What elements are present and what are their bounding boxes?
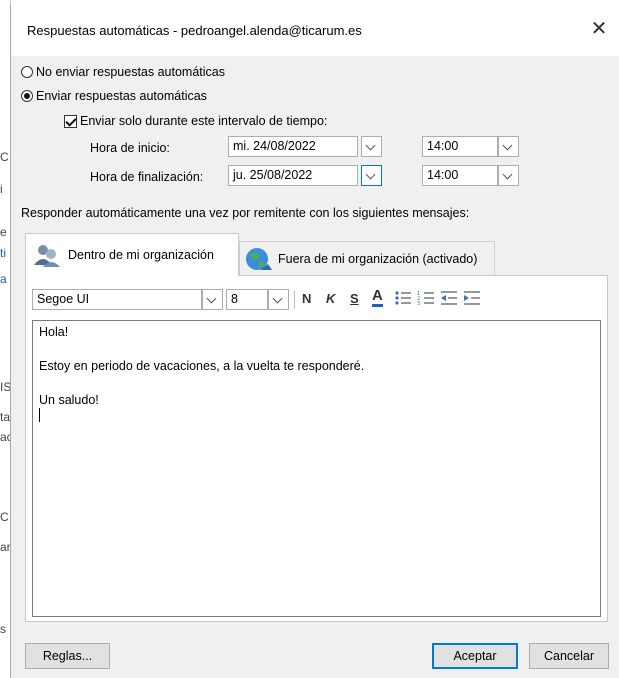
close-icon[interactable]: ✕ bbox=[586, 16, 612, 42]
end-date-field[interactable]: ju. 25/08/2022 bbox=[228, 165, 358, 186]
message-panel: Segoe UI 8 N K S A 1 2 3 Hola! Estoy en … bbox=[25, 275, 608, 622]
rules-button[interactable]: Reglas... bbox=[25, 643, 110, 669]
title-bar: Respuestas automáticas - pedroangel.alen… bbox=[11, 4, 619, 56]
interval-label: Enviar solo durante este intervalo de ti… bbox=[80, 114, 328, 128]
chevron-down-icon bbox=[206, 293, 217, 304]
background-fragment: ta bbox=[0, 410, 11, 424]
end-time-field[interactable]: 14:00 bbox=[422, 165, 498, 186]
start-time-field[interactable]: 14:00 bbox=[422, 136, 498, 157]
message-line: Hola! bbox=[39, 325, 69, 339]
cancel-button[interactable]: Cancelar bbox=[529, 643, 609, 669]
underline-button[interactable]: S bbox=[350, 291, 359, 306]
tab-outside-label: Fuera de mi organización (activado) bbox=[278, 251, 478, 266]
font-dropdown[interactable] bbox=[202, 289, 223, 310]
font-select[interactable]: Segoe UI bbox=[32, 289, 202, 310]
chevron-down-icon bbox=[272, 293, 283, 304]
interval-option[interactable]: Enviar solo durante este intervalo de ti… bbox=[64, 114, 327, 128]
background-fragment: s bbox=[0, 622, 6, 636]
message-line: Un saludo! bbox=[39, 393, 99, 407]
decrease-indent-icon[interactable] bbox=[440, 289, 458, 307]
start-date-dropdown[interactable] bbox=[361, 136, 382, 157]
end-label: Hora de finalización: bbox=[90, 170, 204, 184]
end-date-dropdown[interactable] bbox=[361, 165, 382, 186]
background-fragment: C bbox=[0, 510, 9, 524]
tab-inside-organization[interactable]: Dentro de mi organización bbox=[25, 233, 239, 276]
people-icon bbox=[34, 245, 60, 267]
bold-button[interactable]: N bbox=[302, 291, 311, 306]
message-line: Estoy en periodo de vacaciones, a la vue… bbox=[39, 359, 365, 373]
interval-checkbox[interactable] bbox=[64, 114, 77, 128]
chevron-down-icon bbox=[365, 140, 376, 151]
send-label: Enviar respuestas automáticas bbox=[36, 89, 207, 103]
end-time-dropdown[interactable] bbox=[498, 165, 519, 186]
globe-icon bbox=[246, 247, 272, 270]
send-option[interactable]: Enviar respuestas automáticas bbox=[21, 89, 207, 103]
no-send-option[interactable]: No enviar respuestas automáticas bbox=[21, 65, 225, 79]
dialog-title: Respuestas automáticas - pedroangel.alen… bbox=[27, 23, 362, 38]
chevron-down-icon bbox=[502, 169, 513, 180]
no-send-radio[interactable] bbox=[21, 66, 33, 78]
message-editor[interactable]: Hola! Estoy en periodo de vacaciones, a … bbox=[32, 320, 601, 617]
accept-button[interactable]: Aceptar bbox=[432, 643, 518, 669]
numbered-list-icon[interactable]: 1 2 3 bbox=[417, 289, 435, 307]
svg-text:3: 3 bbox=[417, 301, 420, 307]
size-dropdown[interactable] bbox=[268, 289, 289, 310]
tab-inside-label: Dentro de mi organización bbox=[68, 248, 214, 262]
tab-outside-organization[interactable]: Fuera de mi organización (activado) bbox=[239, 241, 495, 275]
text-caret bbox=[39, 407, 40, 422]
auto-replies-dialog: Respuestas automáticas - pedroangel.alen… bbox=[10, 4, 619, 678]
background-fragment: C bbox=[0, 150, 9, 164]
size-select[interactable]: 8 bbox=[226, 289, 268, 310]
background-fragment: i bbox=[0, 182, 3, 196]
toolbar-separator bbox=[294, 291, 295, 309]
chevron-down-icon bbox=[502, 140, 513, 151]
background-fragment: e bbox=[0, 225, 7, 239]
chevron-down-icon bbox=[365, 169, 376, 180]
bullet-list-icon[interactable] bbox=[394, 289, 412, 307]
background-fragment: ti bbox=[0, 246, 6, 260]
start-time-dropdown[interactable] bbox=[498, 136, 519, 157]
italic-button[interactable]: K bbox=[326, 291, 335, 306]
increase-indent-icon[interactable] bbox=[463, 289, 481, 307]
respond-label: Responder automáticamente una vez por re… bbox=[21, 206, 470, 220]
start-date-field[interactable]: mi. 24/08/2022 bbox=[228, 136, 358, 157]
send-radio[interactable] bbox=[21, 90, 33, 102]
background-fragment: a bbox=[0, 272, 7, 286]
start-label: Hora de inicio: bbox=[90, 141, 170, 155]
font-color-button[interactable]: A bbox=[372, 288, 383, 307]
no-send-label: No enviar respuestas automáticas bbox=[36, 65, 225, 79]
